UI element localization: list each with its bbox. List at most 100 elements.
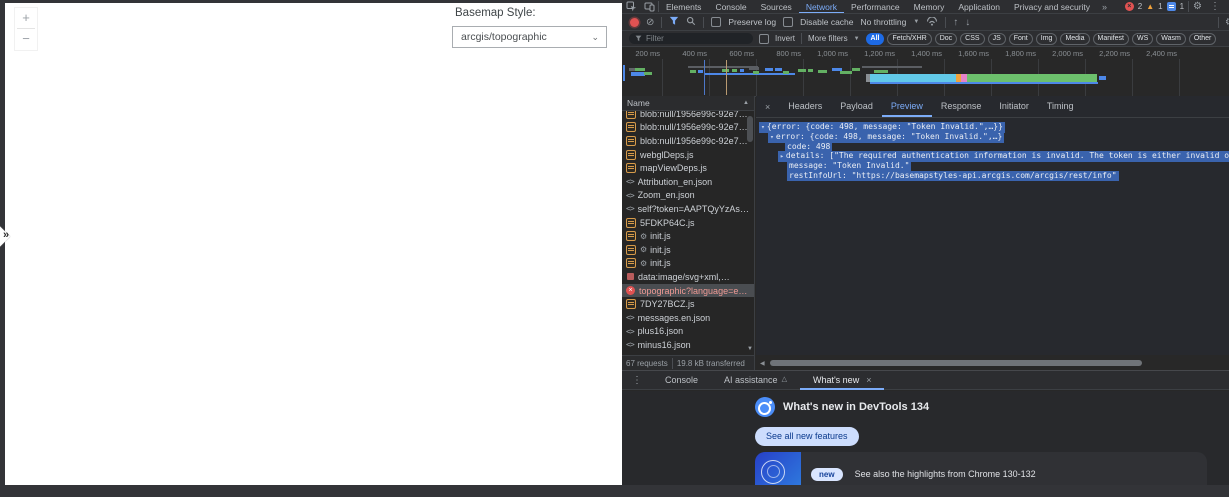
preserve-log-checkbox[interactable]: [711, 17, 722, 27]
preview-line[interactable]: ▾ {error: {code: 498, message: "Token Inv…: [756, 122, 1229, 133]
see-all-features-button[interactable]: See all new features: [755, 427, 859, 446]
filter-chip-ws[interactable]: WS: [1131, 32, 1154, 45]
close-icon[interactable]: ×: [866, 370, 871, 390]
record-button[interactable]: [630, 17, 639, 27]
request-row[interactable]: ⚙ init.js: [622, 257, 754, 271]
zoom-in-button[interactable]: +: [15, 8, 37, 28]
detail-tab-preview[interactable]: Preview: [882, 96, 932, 117]
error-badge-icon[interactable]: ×: [1124, 2, 1134, 11]
waterfall-bar: [775, 68, 782, 71]
double-chevron-icon: »: [3, 229, 10, 241]
tab-network[interactable]: Network: [799, 0, 844, 13]
filter-chip-js[interactable]: JS: [987, 32, 1006, 45]
drawer-tab-console[interactable]: Console: [652, 370, 711, 390]
scroll-left-icon[interactable]: ◀: [756, 360, 769, 367]
request-row[interactable]: <> minus16.json: [622, 338, 754, 352]
scroll-down-icon[interactable]: ▼: [747, 346, 753, 352]
filter-icon[interactable]: [669, 16, 679, 28]
inspect-element-icon[interactable]: [622, 1, 640, 12]
tree-arrow-icon[interactable]: ▾: [761, 123, 765, 131]
request-row[interactable]: blob:null/1956e99c-92e7-4f…: [622, 121, 754, 135]
request-row[interactable]: <> plus16.json: [622, 325, 754, 339]
ruler-tick: 2,400 ms: [1146, 49, 1177, 58]
detail-tab-initiator[interactable]: Initiator: [990, 96, 1038, 117]
tab-performance[interactable]: Performance: [844, 0, 907, 13]
filter-chip-other[interactable]: Other: [1188, 32, 1217, 45]
request-row[interactable]: <> messages.en.json: [622, 311, 754, 325]
request-row[interactable]: blob:null/1956e99c-92e7-4f…: [622, 111, 754, 121]
filter-chip-manifest[interactable]: Manifest: [1092, 32, 1129, 45]
tab-sources[interactable]: Sources: [754, 0, 799, 13]
request-row[interactable]: × topographic?language=en…: [622, 283, 754, 298]
export-har-icon[interactable]: ↓: [965, 17, 970, 28]
drawer-tab-whats-new[interactable]: What's new ×: [800, 370, 885, 390]
tab-console[interactable]: Console: [708, 0, 753, 13]
scrollbar-thumb[interactable]: [747, 116, 753, 142]
detail-hscrollbar[interactable]: ◀: [756, 357, 1229, 369]
warning-badge-icon[interactable]: ▲: [1146, 2, 1154, 11]
search-icon[interactable]: [686, 16, 696, 28]
zoom-out-button[interactable]: −: [15, 29, 37, 49]
filter-chip-font[interactable]: Font: [1008, 32, 1033, 45]
tab-application[interactable]: Application: [951, 0, 1007, 13]
throttling-select[interactable]: No throttling: [861, 17, 907, 27]
request-row[interactable]: <> Attribution_en.json: [622, 175, 754, 189]
filter-chip-all[interactable]: All: [865, 32, 885, 45]
request-name: minus16.json: [637, 339, 691, 350]
hscrollbar-thumb[interactable]: [770, 360, 1142, 366]
request-detail-pane: × Headers Payload Preview Response Initiator…: [756, 96, 1229, 355]
detail-tab-timing[interactable]: Timing: [1038, 96, 1083, 117]
device-toolbar-icon[interactable]: [640, 1, 658, 12]
request-name: messages.en.json: [637, 312, 711, 323]
issues-badge-icon[interactable]: [1166, 2, 1176, 11]
waterfall-overview[interactable]: [622, 59, 1229, 97]
drawer-menu-icon[interactable]: ⋮: [622, 375, 652, 386]
more-options-icon[interactable]: ⋮: [1206, 1, 1224, 12]
request-row[interactable]: mapViewDeps.js: [622, 161, 754, 175]
filter-chip-img[interactable]: Img: [1035, 32, 1058, 45]
more-tabs-icon[interactable]: »: [1097, 2, 1112, 12]
tab-elements[interactable]: Elements: [659, 0, 708, 13]
detail-tab-response[interactable]: Response: [932, 96, 991, 117]
invert-checkbox[interactable]: [759, 33, 769, 44]
filter-chip-css[interactable]: CSS: [960, 32, 985, 45]
request-row[interactable]: 7DY27BCZ.js: [622, 297, 754, 311]
tab-privacy-and-security[interactable]: Privacy and security: [1007, 0, 1097, 13]
preview-line[interactable]: restInfoUrl: "https://basemapstyles-api.…: [756, 170, 1229, 181]
filter-chip-wasm[interactable]: Wasm: [1156, 32, 1186, 45]
request-row[interactable]: webglDeps.js: [622, 148, 754, 162]
request-row[interactable]: ⚙ init.js: [622, 243, 754, 257]
network-conditions-icon[interactable]: [926, 15, 938, 28]
detail-tab-headers[interactable]: Headers: [779, 96, 831, 117]
close-icon[interactable]: ×: [756, 102, 779, 112]
script-file-icon: [626, 163, 636, 174]
tree-arrow-icon[interactable]: ▸: [780, 152, 784, 160]
request-row[interactable]: ⚙ init.js: [622, 229, 754, 243]
preview-line[interactable]: message: "Token Invalid.": [756, 161, 1229, 171]
filter-chip-media[interactable]: Media: [1060, 32, 1090, 45]
more-filters-button[interactable]: More filters: [808, 34, 848, 43]
preview-line[interactable]: ▸ details: ["The required authentication …: [756, 151, 1229, 163]
detail-tab-payload[interactable]: Payload: [831, 96, 882, 117]
import-har-icon[interactable]: ↑: [953, 17, 958, 28]
preview-line[interactable]: ▾ error: {code: 498, message: "Token Inva…: [756, 131, 1229, 143]
clear-icon[interactable]: ⊘: [646, 17, 654, 28]
request-row[interactable]: 5FDKP64C.js: [622, 216, 754, 230]
network-settings-icon[interactable]: ⚙: [1225, 17, 1229, 28]
request-row[interactable]: data:image/svg+xml,…: [622, 270, 754, 284]
filter-chip-doc[interactable]: Doc: [934, 32, 958, 45]
basemap-style-select[interactable]: arcgis/topographic ⌄: [452, 26, 607, 48]
name-column-header[interactable]: Name ▲: [622, 96, 754, 111]
tree-arrow-icon[interactable]: ▾: [770, 133, 774, 141]
preview-line[interactable]: code: 498: [756, 141, 1229, 152]
disable-cache-checkbox[interactable]: [783, 17, 794, 27]
tab-memory[interactable]: Memory: [907, 0, 952, 13]
filter-input[interactable]: Filter: [629, 33, 753, 44]
request-row[interactable]: <> Zoom_en.json: [622, 189, 754, 203]
gear-icon: ⚙: [640, 231, 648, 241]
drawer-tab-ai-assistance[interactable]: AI assistance △: [711, 370, 800, 390]
request-row[interactable]: blob:null/1956e99c-92e7-4f…: [622, 134, 754, 148]
request-row[interactable]: <> self?token=AAPTQyYzAspa…: [622, 202, 754, 216]
filter-chip-fetch-xhr[interactable]: Fetch/XHR: [887, 32, 932, 45]
settings-gear-icon[interactable]: ⚙: [1193, 1, 1202, 12]
